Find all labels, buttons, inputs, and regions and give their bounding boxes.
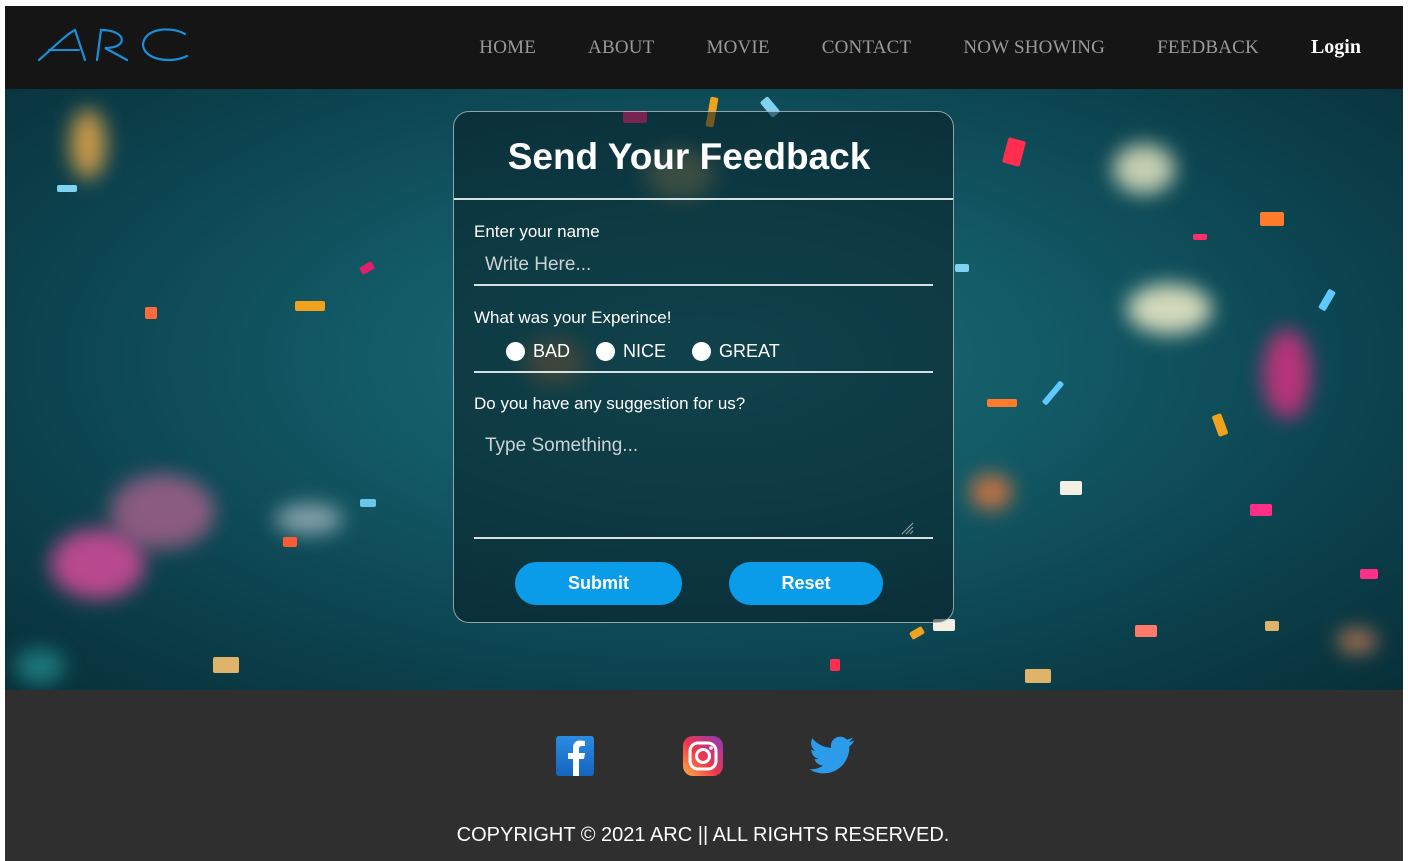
feedback-form: Send Your Feedback Enter your name What … <box>453 111 954 623</box>
twitter-icon[interactable] <box>808 735 856 777</box>
nav-contact[interactable]: CONTACT <box>822 37 912 59</box>
suggestion-label: Do you have any suggestion for us? <box>474 394 746 413</box>
copyright-text: COPYRIGHT © 2021 ARC || ALL RIGHTS RESER… <box>456 824 950 846</box>
radio-bad[interactable]: BAD <box>506 341 570 362</box>
footer: COPYRIGHT © 2021 ARC || ALL RIGHTS RESER… <box>5 690 1403 861</box>
nav-home[interactable]: HOME <box>479 37 536 59</box>
instagram-icon[interactable] <box>682 735 724 777</box>
nav-movie[interactable]: MOVIE <box>706 37 769 59</box>
experience-label: What was your Experince! <box>474 308 672 327</box>
main-nav: HOME ABOUT MOVIE CONTACT NOW SHOWING FEE… <box>479 6 1403 89</box>
radio-label: NICE <box>623 341 667 361</box>
nav-now-showing[interactable]: NOW SHOWING <box>963 37 1105 59</box>
suggestion-textarea[interactable] <box>474 427 933 539</box>
form-title: Send Your Feedback <box>507 136 871 177</box>
radio-label: GREAT <box>719 341 780 361</box>
navbar: HOME ABOUT MOVIE CONTACT NOW SHOWING FEE… <box>5 6 1403 89</box>
radio-great[interactable]: GREAT <box>692 341 780 362</box>
facebook-icon[interactable] <box>555 735 597 777</box>
resize-grip-icon[interactable] <box>900 521 914 535</box>
name-input[interactable] <box>474 246 933 286</box>
nav-about[interactable]: ABOUT <box>588 37 654 59</box>
hero-background: Send Your Feedback Enter your name What … <box>5 89 1403 690</box>
reset-button[interactable]: Reset <box>729 562 883 605</box>
name-label: Enter your name <box>474 222 600 241</box>
radio-circle-icon[interactable] <box>596 342 616 361</box>
radio-label: BAD <box>533 341 571 361</box>
login-link[interactable]: Login <box>1311 36 1361 59</box>
submit-button[interactable]: Submit <box>515 562 682 605</box>
arc-logo[interactable] <box>35 24 190 66</box>
title-divider <box>454 198 953 200</box>
nav-feedback[interactable]: FEEDBACK <box>1157 37 1259 59</box>
radio-circle-icon[interactable] <box>692 342 712 361</box>
page: HOME ABOUT MOVIE CONTACT NOW SHOWING FEE… <box>5 6 1403 861</box>
experience-radio-group: BAD NICE GREAT <box>506 341 806 362</box>
experience-divider <box>474 371 933 373</box>
radio-circle-icon[interactable] <box>506 342 525 361</box>
radio-nice[interactable]: NICE <box>596 341 666 362</box>
